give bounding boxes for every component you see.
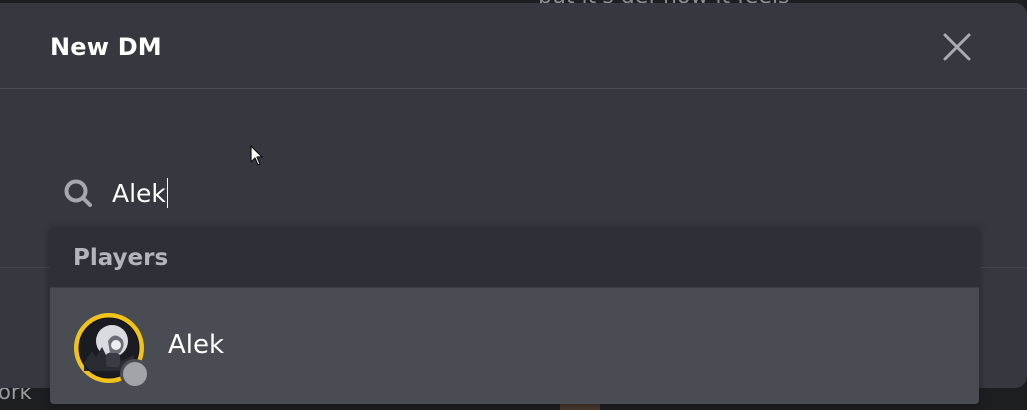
modal-title: New DM — [50, 33, 162, 61]
search-results-dropdown: Players Alek — [50, 227, 979, 404]
search-input[interactable]: Alek — [112, 173, 812, 213]
close-icon — [943, 33, 971, 61]
search-bar[interactable]: Alek — [50, 163, 980, 219]
text-caret — [166, 178, 169, 208]
search-input-value: Alek — [112, 178, 166, 208]
modal-divider-left — [0, 267, 50, 268]
status-indicator — [120, 359, 150, 389]
avatar — [72, 311, 150, 389]
mouse-pointer-icon — [250, 145, 263, 166]
modal-header: New DM — [0, 3, 1027, 89]
player-name: Alek — [168, 330, 225, 360]
results-section-label: Players — [73, 245, 169, 271]
modal-divider-right — [979, 267, 1027, 268]
close-button[interactable] — [937, 27, 977, 67]
search-icon — [64, 179, 92, 207]
results-section-header: Players — [50, 227, 979, 288]
player-result-row[interactable]: Alek — [50, 288, 979, 404]
app-screen: but it's def how it feels ork New DM Ale… — [0, 0, 1027, 410]
